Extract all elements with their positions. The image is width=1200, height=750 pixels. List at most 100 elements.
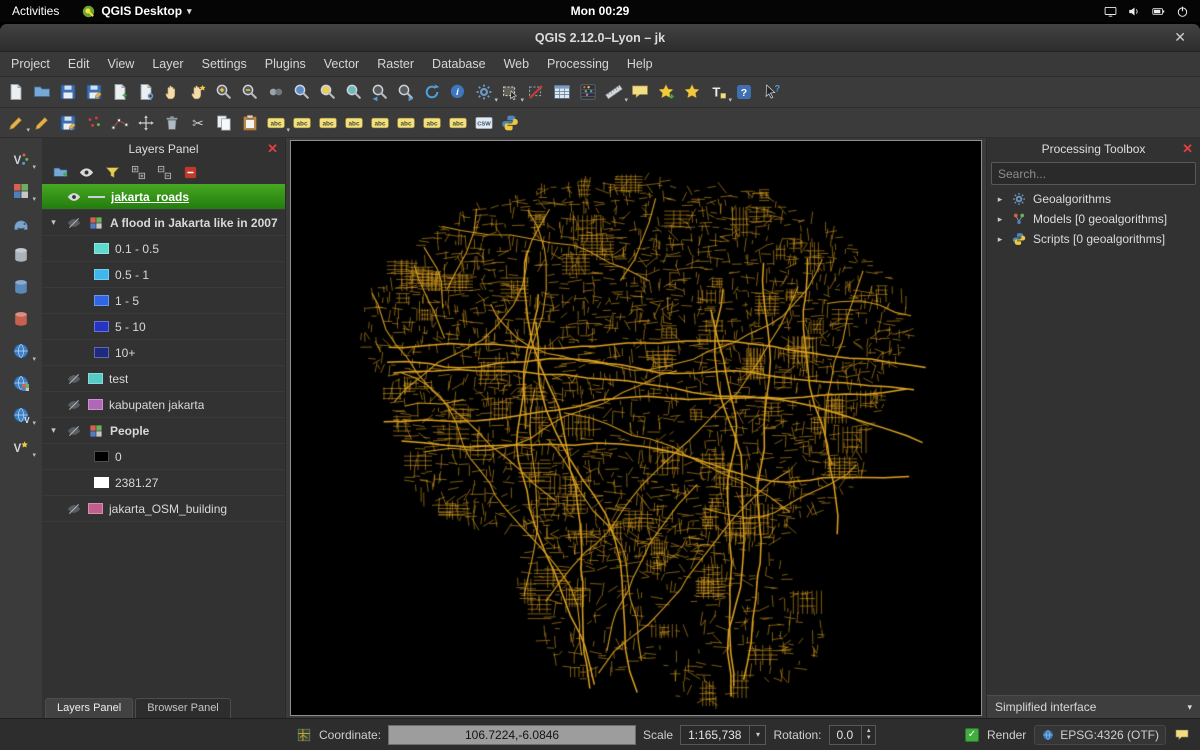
layer-hidden-icon[interactable] bbox=[66, 215, 82, 231]
legend-class-row[interactable]: 5 - 10 bbox=[42, 314, 285, 340]
processing-search-input[interactable] bbox=[991, 162, 1196, 185]
layer-hidden-icon[interactable] bbox=[66, 397, 82, 413]
processing-group-row[interactable]: ▸Models [0 geoalgorithms] bbox=[987, 209, 1200, 229]
whats-this-button[interactable]: ? bbox=[757, 80, 782, 105]
add-oracle-layer-button[interactable] bbox=[8, 306, 34, 332]
zoom-next-button[interactable] bbox=[393, 80, 418, 105]
legend-class-row[interactable]: 10+ bbox=[42, 340, 285, 366]
menu-web[interactable]: Web bbox=[495, 52, 538, 76]
menu-database[interactable]: Database bbox=[423, 52, 495, 76]
layer-visible-icon[interactable] bbox=[66, 189, 82, 205]
save-layer-edits-button[interactable] bbox=[55, 110, 80, 135]
power-icon[interactable] bbox=[1175, 4, 1190, 19]
field-calculator-button[interactable] bbox=[575, 80, 600, 105]
label-rotate-button[interactable]: abc bbox=[393, 110, 418, 135]
chevron-down-icon[interactable]: ▾ bbox=[32, 163, 36, 171]
add-mssql-layer-button[interactable] bbox=[8, 274, 34, 300]
python-console-button[interactable] bbox=[497, 110, 522, 135]
chevron-down-icon[interactable]: ▾ bbox=[32, 451, 36, 459]
new-project-button[interactable] bbox=[3, 80, 28, 105]
label-show-hide-button[interactable]: abc bbox=[341, 110, 366, 135]
expand-all-button[interactable] bbox=[129, 163, 148, 182]
expand-icon[interactable]: ▸ bbox=[995, 194, 1005, 205]
zoom-to-selection-button[interactable] bbox=[315, 80, 340, 105]
menu-vector[interactable]: Vector bbox=[315, 52, 368, 76]
map-canvas[interactable] bbox=[291, 141, 981, 715]
pan-map-button[interactable] bbox=[159, 80, 184, 105]
layer-row[interactable]: kabupaten jakarta bbox=[42, 392, 285, 418]
legend-class-row[interactable]: 1 - 5 bbox=[42, 288, 285, 314]
pan-to-selection-button[interactable] bbox=[185, 80, 210, 105]
app-menu-button[interactable]: QGIS Desktop ▾ bbox=[71, 0, 201, 22]
new-shapefile-layer-button[interactable]: V▾ bbox=[8, 434, 34, 460]
display-icon[interactable] bbox=[1103, 4, 1118, 19]
menu-edit[interactable]: Edit bbox=[59, 52, 99, 76]
menu-raster[interactable]: Raster bbox=[368, 52, 423, 76]
legend-class-row[interactable]: 0.5 - 1 bbox=[42, 262, 285, 288]
menu-layer[interactable]: Layer bbox=[143, 52, 192, 76]
menu-plugins[interactable]: Plugins bbox=[256, 52, 315, 76]
layer-row[interactable]: jakarta_OSM_building bbox=[42, 496, 285, 522]
processing-toolbox-close-button[interactable]: ✕ bbox=[1182, 141, 1193, 157]
map-tips-button[interactable] bbox=[627, 80, 652, 105]
filter-legend-button[interactable] bbox=[103, 163, 122, 182]
zoom-native-button[interactable] bbox=[263, 80, 288, 105]
run-feature-action-button[interactable]: ▾ bbox=[471, 80, 496, 105]
coordinate-input[interactable]: 106.7224,-6.0846 bbox=[388, 725, 636, 745]
deselect-features-button[interactable] bbox=[523, 80, 548, 105]
toggle-editing-button[interactable] bbox=[29, 110, 54, 135]
zoom-full-button[interactable] bbox=[289, 80, 314, 105]
label-pin-button[interactable]: abc bbox=[315, 110, 340, 135]
rotation-spinbox[interactable]: 0.0 ▲▼ bbox=[829, 725, 877, 745]
chevron-down-icon[interactable]: ▾ bbox=[32, 419, 36, 427]
render-checkbox[interactable]: ✓ bbox=[965, 728, 979, 742]
layer-row[interactable]: jakarta_roads bbox=[42, 184, 285, 210]
interface-mode-select[interactable]: Simplified interface ▾ bbox=[987, 695, 1200, 718]
log-messages-icon[interactable] bbox=[1174, 727, 1190, 743]
text-annotation-button[interactable]: T▾ bbox=[705, 80, 730, 105]
menu-project[interactable]: Project bbox=[2, 52, 59, 76]
open-project-button[interactable] bbox=[29, 80, 54, 105]
collapse-expander-icon[interactable]: ▾ bbox=[47, 217, 60, 228]
save-project-as-button[interactable] bbox=[81, 80, 106, 105]
new-print-composer-button[interactable] bbox=[107, 80, 132, 105]
collapse-expander-icon[interactable]: ▾ bbox=[47, 425, 60, 436]
processing-group-row[interactable]: ▸Geoalgorithms bbox=[987, 189, 1200, 209]
menu-processing[interactable]: Processing bbox=[538, 52, 618, 76]
add-group-button[interactable] bbox=[51, 163, 70, 182]
window-titlebar[interactable]: QGIS 2.12.0–Lyon – jk ✕ bbox=[0, 24, 1200, 52]
spinner-buttons[interactable]: ▲▼ bbox=[861, 726, 875, 744]
add-feature-button[interactable] bbox=[81, 110, 106, 135]
label-abc-button[interactable]: abc bbox=[289, 110, 314, 135]
window-close-button[interactable]: ✕ bbox=[1174, 29, 1186, 46]
new-bookmark-button[interactable] bbox=[653, 80, 678, 105]
zoom-last-button[interactable] bbox=[367, 80, 392, 105]
label-properties-button[interactable]: abc bbox=[445, 110, 470, 135]
expand-icon[interactable]: ▸ bbox=[995, 214, 1005, 225]
add-wfs-layer-button[interactable]: V▾ bbox=[8, 402, 34, 428]
add-raster-layer-button[interactable]: ▾ bbox=[8, 178, 34, 204]
add-postgis-layer-button[interactable] bbox=[8, 210, 34, 236]
collapse-all-button[interactable] bbox=[155, 163, 174, 182]
cut-features-button[interactable]: ✂ bbox=[185, 110, 210, 135]
save-project-button[interactable] bbox=[55, 80, 80, 105]
volume-icon[interactable] bbox=[1127, 4, 1142, 19]
add-spatialite-layer-button[interactable] bbox=[8, 242, 34, 268]
layer-hidden-icon[interactable] bbox=[66, 423, 82, 439]
activities-button[interactable]: Activities bbox=[0, 0, 71, 22]
manage-layer-visibility-button[interactable] bbox=[77, 163, 96, 182]
open-attribute-table-button[interactable] bbox=[549, 80, 574, 105]
add-wms-layer-button[interactable]: ▾ bbox=[8, 338, 34, 364]
node-tool-button[interactable] bbox=[107, 110, 132, 135]
add-vector-layer-button[interactable]: V▾ bbox=[8, 146, 34, 172]
legend-class-row[interactable]: 0 bbox=[42, 444, 285, 470]
clock[interactable]: Mon 00:29 bbox=[571, 4, 630, 18]
crs-status-button[interactable]: EPSG:4326 (OTF) bbox=[1034, 725, 1166, 745]
measure-button[interactable]: ▾ bbox=[601, 80, 626, 105]
menu-settings[interactable]: Settings bbox=[193, 52, 256, 76]
chevron-down-icon[interactable]: ▾ bbox=[749, 726, 765, 744]
layer-row[interactable]: ▾A flood in Jakarta like in 2007 bbox=[42, 210, 285, 236]
current-edits-button[interactable]: ▾ bbox=[3, 110, 28, 135]
layer-row[interactable]: ▾People bbox=[42, 418, 285, 444]
scale-combobox[interactable]: 1:165,738 ▾ bbox=[680, 725, 766, 745]
